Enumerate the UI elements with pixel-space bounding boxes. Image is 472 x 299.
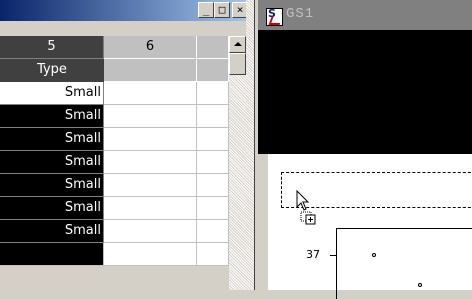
graph-titlebar[interactable]: S GS1	[258, 0, 472, 30]
column-header-6[interactable]: 6	[104, 36, 197, 59]
column-header-5[interactable]: 5	[0, 36, 104, 59]
data-point	[418, 283, 422, 287]
scroll-up-arrow-icon[interactable]	[229, 36, 246, 53]
scroll-track[interactable]	[229, 75, 246, 290]
graph-page-background	[258, 30, 472, 154]
vertical-scrollbar[interactable]	[229, 36, 246, 290]
y-axis-tick-label: 37	[306, 248, 320, 261]
type-header-col6[interactable]	[104, 59, 197, 82]
table-cell[interactable]	[104, 82, 197, 105]
table-cell-type[interactable]: Small	[0, 128, 104, 151]
table-cell[interactable]	[197, 197, 229, 220]
table-cell[interactable]	[104, 220, 197, 243]
table-cell[interactable]	[197, 151, 229, 174]
table-cell-type[interactable]: Small	[0, 151, 104, 174]
graph-icon[interactable]: S	[266, 7, 283, 26]
spreadsheet-titlebar[interactable]: _ □ ×	[0, 0, 255, 21]
table-cell[interactable]	[197, 220, 229, 243]
table-cell[interactable]	[104, 151, 197, 174]
table-cell[interactable]	[197, 243, 229, 266]
plot-axes	[336, 228, 472, 299]
graph-margin	[258, 154, 268, 290]
spreadsheet-window: _ □ × 5 6 Type Small Small Small Small S…	[0, 0, 255, 290]
table-cell[interactable]	[197, 128, 229, 151]
toolbar-strip	[0, 21, 246, 36]
table-cell-type[interactable]: Small	[0, 197, 104, 220]
drag-copy-cursor-icon	[296, 189, 320, 232]
maximize-button[interactable]: □	[214, 2, 230, 18]
table-cell[interactable]	[197, 174, 229, 197]
table-cell-type[interactable]: Small	[0, 105, 104, 128]
table-cell[interactable]	[104, 174, 197, 197]
data-point	[372, 253, 376, 257]
table-cell-type[interactable]: Small	[0, 220, 104, 243]
y-axis-tick	[330, 255, 336, 256]
graph-title: GS1	[286, 6, 315, 22]
window-border	[254, 0, 255, 290]
type-header-col7[interactable]	[197, 59, 229, 82]
table-cell[interactable]	[0, 243, 104, 266]
table-cell[interactable]	[104, 128, 197, 151]
table-cell[interactable]	[104, 197, 197, 220]
table-cell-type[interactable]: Small	[0, 82, 104, 105]
minimize-button[interactable]: _	[198, 2, 214, 18]
table-cell-type[interactable]: Small	[0, 174, 104, 197]
column-header-7[interactable]	[197, 36, 229, 59]
table-cell[interactable]	[197, 82, 229, 105]
type-header[interactable]: Type	[0, 59, 104, 82]
table-cell[interactable]	[197, 105, 229, 128]
table-cell[interactable]	[104, 243, 197, 266]
table-cell[interactable]	[104, 105, 197, 128]
scroll-thumb[interactable]	[229, 53, 246, 75]
